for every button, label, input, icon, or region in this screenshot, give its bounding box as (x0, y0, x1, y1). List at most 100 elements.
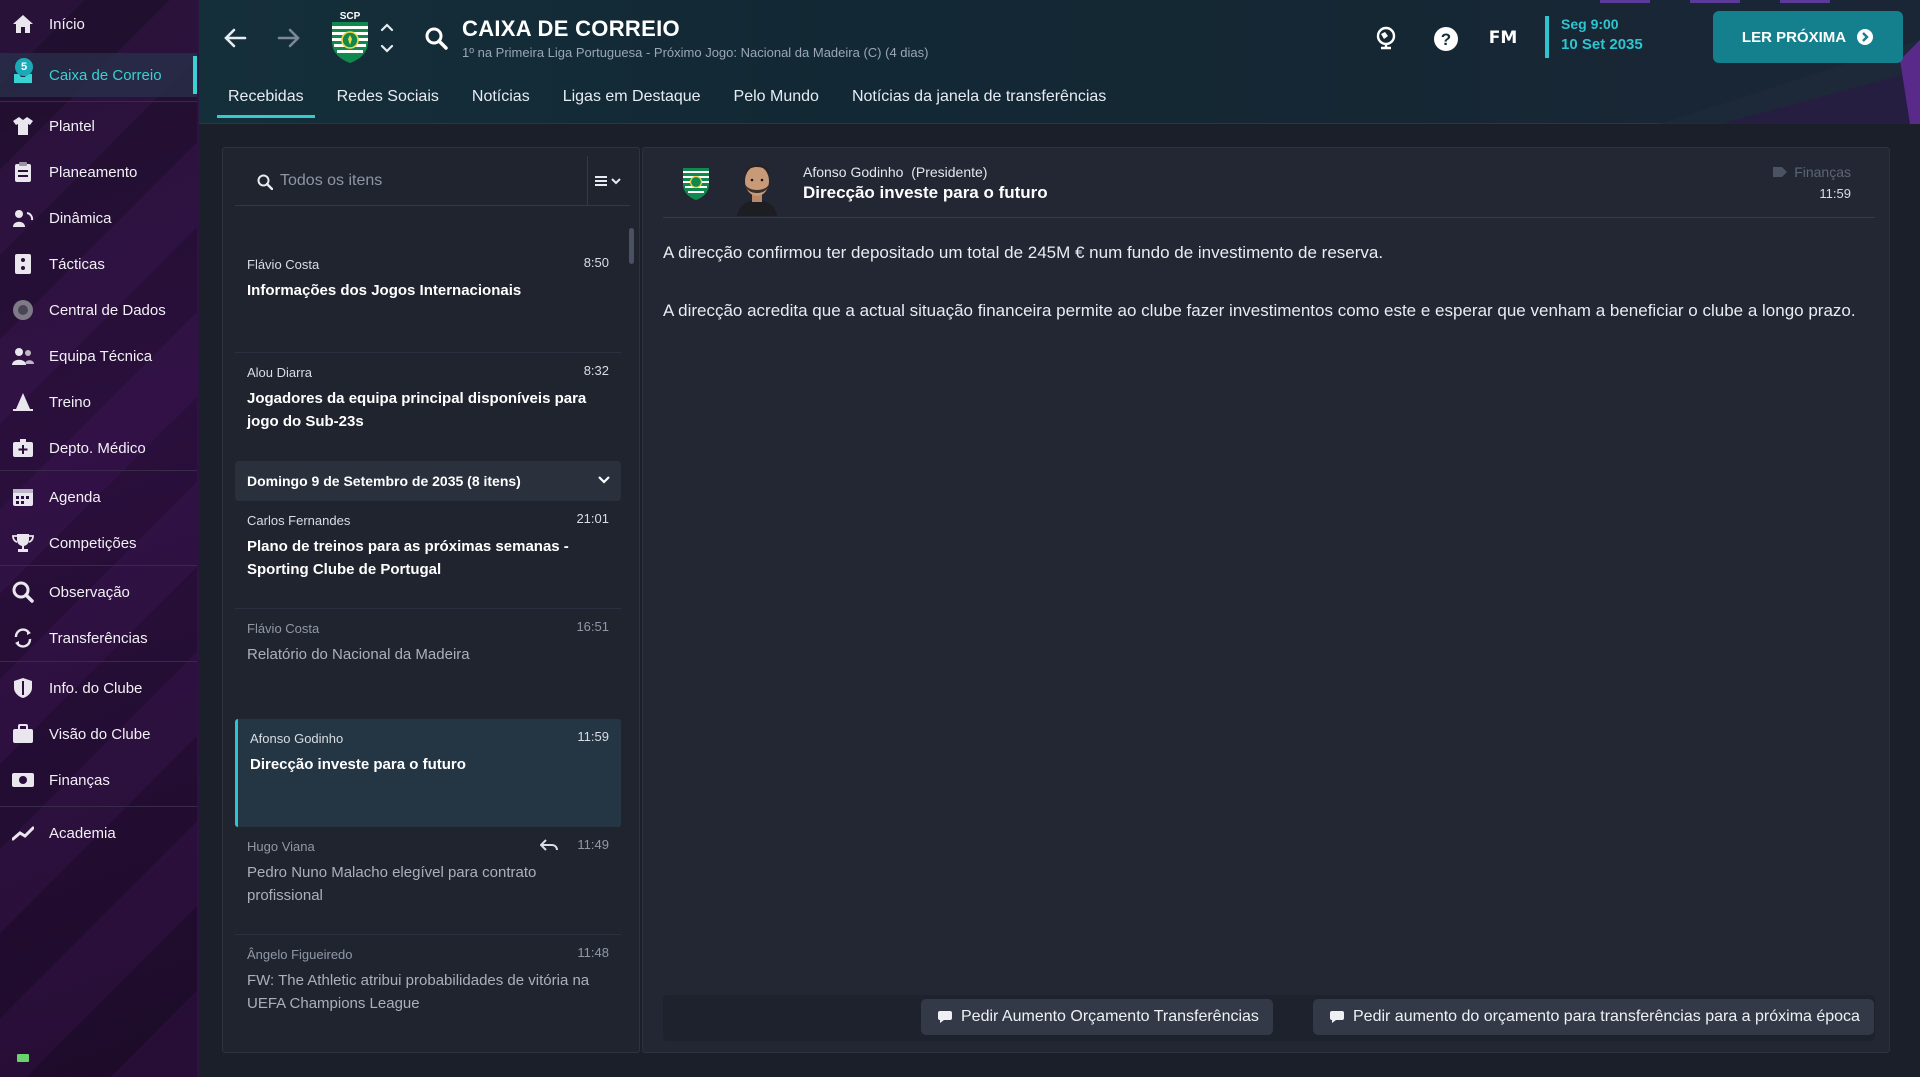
sidebar-item-observacao[interactable]: Observação (0, 570, 197, 614)
list-item[interactable]: Hugo Viana 11:49 Pedro Nuno Malacho eleg… (235, 827, 621, 935)
globe-icon (1376, 26, 1396, 50)
message-sender: Flávio Costa (247, 621, 320, 636)
message-time: 11:59 (577, 729, 609, 744)
money-icon (11, 768, 35, 792)
arrow-circle-right-icon (1857, 29, 1874, 45)
sidebar-item-planeamento[interactable]: Planeamento (0, 150, 197, 194)
action-label: Pedir Aumento Orçamento Transferências (961, 1008, 1259, 1025)
list-item[interactable]: Alou Diarra 8:32 Jogadores da equipa pri… (235, 353, 621, 461)
sidebar-item-label: Agenda (49, 488, 101, 506)
list-item-selected[interactable]: Afonso Godinho 11:59 Direcção investe pa… (235, 719, 621, 827)
tab-ligas-destaque[interactable]: Ligas em Destaque (552, 86, 712, 118)
read-next-button[interactable]: LER PRÓXIMA (1713, 11, 1903, 63)
tab-recebidas[interactable]: Recebidas (217, 86, 315, 118)
sidebar-item-academia[interactable]: Academia (0, 811, 197, 855)
chevron-up-down-icon (380, 23, 394, 53)
message-sender: Alou Diarra (247, 365, 313, 380)
message-title: Direcção investe para o futuro (803, 183, 1048, 202)
sidebar-item-treino[interactable]: Treino (0, 380, 197, 424)
page-title: CAIXA DE CORREIO (462, 16, 680, 41)
status-indicator (17, 1054, 29, 1062)
sidebar-item-dinamica[interactable]: Dinâmica (0, 196, 197, 240)
divider (0, 661, 197, 662)
message-sender: Flávio Costa (247, 257, 320, 272)
tab-janela-transferencias[interactable]: Notícias da janela de transferências (841, 86, 1117, 118)
message-subject: Direcção investe para o futuro (250, 756, 466, 773)
sidebar-item-label: Plantel (49, 117, 95, 135)
fm-menu-button[interactable]: FM (1482, 24, 1524, 52)
game-date[interactable]: Seg 9:00 10 Set 2035 (1545, 16, 1643, 58)
top-header: SCP CAIXA DE CORREIO 1º na Primeira Liga… (199, 0, 1920, 124)
message-time: 8:32 (583, 363, 609, 378)
request-next-season-budget-button[interactable]: Pedir aumento do orçamento para transfer… (1313, 999, 1874, 1035)
sidebar-item-central-dados[interactable]: Central de Dados (0, 288, 197, 332)
sidebar-item-label: Central de Dados (49, 301, 166, 319)
dynamics-icon (11, 206, 35, 230)
message-subject: FW: The Athletic atribui probabilidades … (247, 972, 590, 1012)
sidebar-item-info-clube[interactable]: Info. do Clube (0, 666, 197, 710)
speech-bubble-icon (1330, 1011, 1344, 1023)
sidebar-item-label: Transferências (49, 629, 148, 647)
sidebar-item-equipa-tecnica[interactable]: Equipa Técnica (0, 334, 197, 378)
message-list-panel: Todos os itens Flávio Costa 8:50 Informa… (222, 147, 640, 1053)
date-group-header[interactable]: Domingo 9 de Setembro de 2035 (8 itens) (235, 461, 621, 501)
sidebar-item-label: Depto. Médico (49, 439, 146, 457)
sidebar-item-inicio[interactable]: Início (0, 2, 197, 46)
sidebar-item-medico[interactable]: Depto. Médico (0, 426, 197, 470)
calendar-icon (11, 485, 35, 509)
message-search[interactable]: Todos os itens (235, 156, 630, 206)
sidebar-item-financas[interactable]: Finanças (0, 758, 197, 802)
search-button[interactable] (422, 24, 450, 52)
message-sender: Ângelo Figueiredo (247, 947, 353, 962)
message-subject: Relatório do Nacional da Madeira (247, 646, 470, 663)
action-label: Pedir aumento do orçamento para transfer… (1353, 1008, 1860, 1025)
request-transfer-budget-button[interactable]: Pedir Aumento Orçamento Transferências (921, 999, 1273, 1035)
club-switcher[interactable] (377, 18, 397, 58)
message-subject: Plano de treinos para as próximas semana… (247, 538, 569, 578)
message-sender: Carlos Fernandes (247, 513, 351, 528)
date-group-label: Domingo 9 de Setembro de 2035 (8 itens) (247, 473, 521, 489)
list-item[interactable]: Carlos Fernandes 21:01 Plano de treinos … (235, 501, 621, 609)
forward-button[interactable] (273, 24, 305, 52)
list-item[interactable]: Flávio Costa 8:50 Informações dos Jogos … (235, 245, 621, 353)
avatar (733, 158, 781, 216)
page-subtitle: 1º na Primeira Liga Portuguesa - Próximo… (462, 45, 929, 60)
list-item[interactable]: Ângelo Figueiredo 11:48 FW: The Athletic… (235, 935, 621, 1043)
sidebar-item-visao-clube[interactable]: Visão do Clube (0, 712, 197, 756)
help-button[interactable]: ? (1431, 24, 1461, 54)
filter-dropdown-button[interactable] (587, 156, 630, 206)
chevron-down-icon (598, 476, 610, 484)
sidebar-item-label: Equipa Técnica (49, 347, 153, 365)
message-time: 21:01 (576, 511, 609, 526)
sidebar-item-competicoes[interactable]: Competições (0, 521, 197, 565)
tab-noticias[interactable]: Notícias (461, 86, 541, 118)
arrow-right-icon (277, 28, 300, 48)
message-header: Afonso Godinho (Presidente) Direcção inv… (663, 148, 1875, 218)
sidebar-item-label: Observação (49, 583, 130, 601)
sidebar-item-label: Caixa de Correio (49, 66, 162, 84)
sidebar-item-agenda[interactable]: Agenda (0, 475, 197, 519)
sidebar-item-transferencias[interactable]: Transferências (0, 616, 197, 660)
message-detail-panel: Afonso Godinho (Presidente) Direcção inv… (642, 147, 1890, 1053)
world-button[interactable] (1371, 24, 1401, 52)
tab-pelo-mundo[interactable]: Pelo Mundo (723, 86, 830, 118)
list-scrollbar[interactable] (629, 228, 634, 264)
sidebar-item-label: Competições (49, 534, 137, 552)
message-sender-line: Afonso Godinho (Presidente) (803, 164, 987, 180)
sidebar-item-tacticas[interactable]: Tácticas (0, 242, 197, 286)
list-item[interactable]: Flávio Costa 16:51 Relatório do Nacional… (235, 609, 621, 717)
tab-bar: Recebidas Redes Sociais Notícias Ligas e… (217, 86, 1128, 118)
tactics-board-icon (11, 252, 35, 276)
sidebar-item-plantel[interactable]: Plantel (0, 104, 197, 148)
sender-role: (Presidente) (911, 164, 988, 180)
divider (0, 565, 197, 566)
tab-redes-sociais[interactable]: Redes Sociais (326, 86, 450, 118)
message-paragraph: A direcção confirmou ter depositado um t… (663, 243, 1384, 262)
back-button[interactable] (219, 24, 251, 52)
club-crest[interactable]: SCP (327, 8, 373, 64)
shirt-icon (11, 114, 35, 138)
divider (0, 470, 197, 471)
sender-name[interactable]: Afonso Godinho (803, 164, 903, 180)
sidebar-item-inbox[interactable]: 5 Caixa de Correio (0, 53, 197, 97)
read-next-label: LER PRÓXIMA (1741, 28, 1847, 46)
